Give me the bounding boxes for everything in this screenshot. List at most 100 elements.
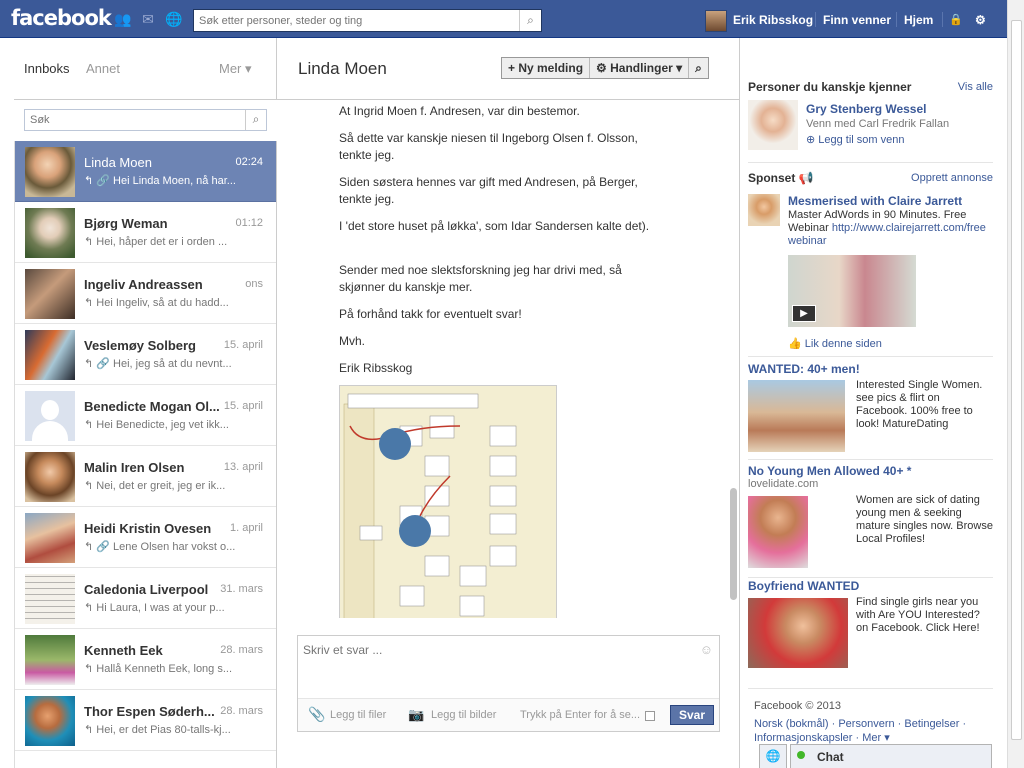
paperclip-icon[interactable]: 📎 <box>308 706 325 723</box>
add-friend-link[interactable]: ⊕ Legg til som venn <box>806 133 905 146</box>
like-page-link[interactable]: 👍 Lik denne siden <box>788 337 882 350</box>
ad-image[interactable] <box>748 496 808 568</box>
ad-image[interactable] <box>748 598 848 668</box>
friend-requests-icon[interactable]: 👥 <box>114 12 131 27</box>
thread-snippet: ↰ 🔗 Lene Olsen har vokst o... <box>84 541 236 553</box>
attached-family-tree-image[interactable] <box>339 385 557 618</box>
reply-input[interactable] <box>298 636 693 694</box>
reply-composer: ☺ 📎 Legg til filer 📷 Legg til bilder Try… <box>297 635 720 732</box>
nav-divider <box>815 12 816 27</box>
thread-row[interactable]: Benedicte Mogan Ol... 15. april ↰ Hei Be… <box>15 385 276 446</box>
attach-files-button[interactable]: Legg til filer <box>330 709 386 721</box>
divider <box>748 688 993 689</box>
thread-row[interactable]: Ingeliv Andreassen ons ↰ Hei Ingeliv, så… <box>15 263 276 324</box>
ad-text: Women are sick of dating young men & see… <box>856 494 993 545</box>
ad-image[interactable] <box>748 380 845 452</box>
conversation-scrollbar[interactable] <box>729 100 739 618</box>
facebook-logo[interactable]: facebook <box>11 6 112 30</box>
ad-title[interactable]: Mesmerised with Claire Jarrett <box>788 194 962 208</box>
nav-divider <box>942 12 943 27</box>
message-text: Sender med noe slektsforskning jeg har d… <box>339 263 622 294</box>
pymk-name-link[interactable]: Gry Stenberg Wessel <box>806 102 927 116</box>
notifications-icon[interactable]: 🌐 <box>165 12 182 27</box>
sponsored-heading: Sponset 📢 <box>748 171 814 185</box>
inbox-search-input[interactable] <box>25 110 243 130</box>
send-reply-button[interactable]: Svar <box>670 705 714 725</box>
avatar <box>25 452 75 502</box>
thread-time: 31. mars <box>220 583 263 595</box>
emoticon-icon[interactable]: ☺ <box>700 642 713 657</box>
conversation-title[interactable]: Linda Moen <box>298 59 387 79</box>
global-search-input[interactable] <box>194 10 514 31</box>
tab-inbox[interactable]: Innboks <box>24 61 70 76</box>
thread-name: Veslemøy Solberg <box>84 338 196 353</box>
divider <box>748 577 993 578</box>
ad-title[interactable]: Boyfriend WANTED <box>748 579 859 593</box>
divider <box>748 162 993 163</box>
thread-row[interactable]: Kenneth Eek 28. mars ↰ Hallå Kenneth Eek… <box>15 629 276 690</box>
top-bar: facebook 👥 ✉ 🌐 ⌕ Erik Ribsskog Finn venn… <box>0 0 1007 38</box>
conversation-actions: + Ny melding ⚙ Handlinger ▾ ⌕ <box>501 57 709 79</box>
conversation-search-icon[interactable]: ⌕ <box>689 58 708 78</box>
tab-other[interactable]: Annet <box>86 61 120 76</box>
message-pane: At Ingrid Moen f. Andresen, var din best… <box>277 100 727 618</box>
ad-title[interactable]: WANTED: 40+ men! <box>748 362 860 376</box>
thread-row[interactable]: Veslemøy Solberg 15. april ↰ 🔗 Hei, jeg … <box>15 324 276 385</box>
attach-photos-button[interactable]: Legg til bilder <box>431 709 496 721</box>
thread-snippet: ↰ Hei Ingeliv, så at du hadd... <box>84 297 229 309</box>
see-all-link[interactable]: Vis alle <box>958 81 993 93</box>
default-avatar-silhouette <box>25 391 75 441</box>
play-icon[interactable]: ▶ <box>792 305 816 322</box>
tab-more-dropdown[interactable]: Mer ▾ <box>219 61 252 77</box>
avatar <box>25 635 75 685</box>
ad-video-thumbnail[interactable]: ▶ <box>788 255 916 327</box>
message-text: Mvh. <box>339 334 366 348</box>
pymk-avatar[interactable] <box>748 100 798 150</box>
thread-row[interactable]: Malin Iren Olsen 13. april ↰ Nei, det er… <box>15 446 276 507</box>
message-text: I 'det store huset på løkka', som Idar S… <box>339 219 650 233</box>
new-message-button[interactable]: + Ny melding <box>502 58 591 78</box>
thread-time: ons <box>245 278 263 290</box>
thread-name: Benedicte Mogan Ol... <box>84 399 220 414</box>
home-link[interactable]: Hjem <box>904 13 933 27</box>
thread-row[interactable]: Linda Moen 02:24 ↰ 🔗 Hei Linda Moen, nå … <box>15 141 276 202</box>
messages-icon[interactable]: ✉ <box>140 12 156 27</box>
megaphone-icon: 📢 <box>798 171 814 185</box>
thread-name: Ingeliv Andreassen <box>84 277 203 292</box>
avatar <box>25 269 75 319</box>
find-friends-link[interactable]: Finn venner <box>823 13 891 27</box>
enter-to-send-checkbox[interactable] <box>645 711 655 721</box>
search-icon[interactable]: ⌕ <box>519 10 541 31</box>
privacy-shortcuts-icon[interactable]: 🔒 <box>949 13 963 26</box>
search-icon[interactable]: ⌕ <box>245 110 266 130</box>
thread-snippet: ↰ Hei, håper det er i orden ... <box>84 236 228 248</box>
camera-icon[interactable]: 📷 <box>408 707 424 723</box>
thread-snippet: ↰ Hei Benedicte, jeg vet ikk... <box>84 419 229 431</box>
page-scrollbar[interactable] <box>1007 0 1024 768</box>
thread-name: Thor Espen Søderh... <box>84 704 215 719</box>
add-friend-label: Legg til som venn <box>818 134 905 146</box>
actions-dropdown-button[interactable]: ⚙ Handlinger ▾ <box>590 58 690 78</box>
thread-row[interactable]: Caledonia Liverpool 31. mars ↰ Hi Laura,… <box>15 568 276 629</box>
user-name-link[interactable]: Erik Ribsskog <box>733 13 813 27</box>
thread-name: Caledonia Liverpool <box>84 582 209 597</box>
thread-row[interactable]: Bjørg Weman 01:12 ↰ Hei, håper det er i … <box>15 202 276 263</box>
conversation-header: Linda Moen + Ny melding ⚙ Handlinger ▾ ⌕ <box>277 38 739 100</box>
thread-row[interactable]: Heidi Kristin Ovesen 1. april ↰ 🔗 Lene O… <box>15 507 276 568</box>
user-avatar[interactable] <box>705 10 727 32</box>
chat-globe-icon[interactable]: 🌐 <box>759 744 787 768</box>
thread-row[interactable]: Thor Espen Søderh... 28. mars ↰ Hei, er … <box>15 690 276 751</box>
create-ad-link[interactable]: Opprett annonse <box>911 172 993 184</box>
ad-thumbnail[interactable] <box>748 194 780 226</box>
ad-text: Master AdWords in 90 Minutes. Free Webin… <box>788 209 988 248</box>
footer-links[interactable]: Norsk (bokmål) · Personvern · Betingelse… <box>754 717 989 745</box>
thread-name: Malin Iren Olsen <box>84 460 185 475</box>
inbox-header: Innboks Annet Mer ▾ <box>14 38 277 100</box>
reply-toolbar: 📎 Legg til filer 📷 Legg til bilder Trykk… <box>298 698 719 731</box>
settings-gear-icon[interactable]: ⚙ <box>975 13 986 27</box>
copyright: Facebook © 2013 <box>754 700 841 712</box>
ad-title[interactable]: No Young Men Allowed 40+ * <box>748 464 911 478</box>
inbox-search: ⌕ <box>24 109 267 131</box>
chat-bar[interactable]: Chat <box>790 744 992 768</box>
thread-list: Linda Moen 02:24 ↰ 🔗 Hei Linda Moen, nå … <box>14 141 277 768</box>
